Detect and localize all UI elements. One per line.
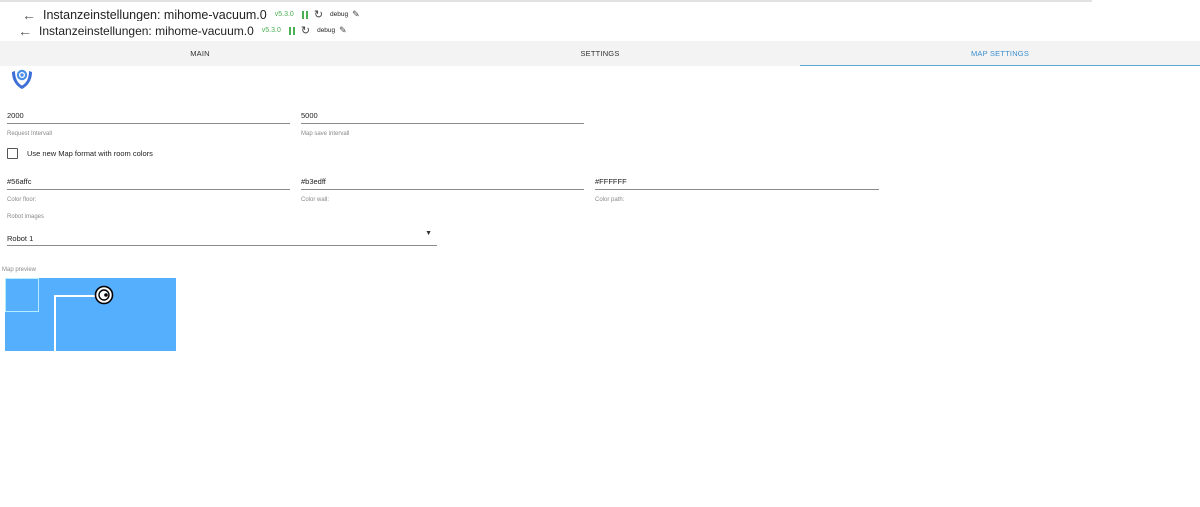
color-path-field[interactable]: #FFFFFF Color path: bbox=[595, 175, 879, 203]
robot-icon bbox=[94, 285, 114, 305]
map-save-interval-field[interactable]: 5000 Map save intervall bbox=[301, 109, 584, 137]
pause-icon[interactable] bbox=[301, 10, 308, 19]
color-floor-label: Color floor: bbox=[7, 197, 37, 203]
map-preview-label: Map preview bbox=[2, 267, 37, 273]
reload-icon[interactable]: ↻ bbox=[301, 24, 310, 37]
robot-images-label: Robot images bbox=[7, 214, 45, 220]
page-title: Instanzeinstellungen: mihome-vacuum.0 bbox=[39, 23, 254, 38]
field-underline bbox=[7, 123, 290, 124]
version-badge: v5.3.0 bbox=[261, 27, 281, 34]
field-underline bbox=[7, 189, 290, 190]
tab-main[interactable]: MAIN bbox=[0, 41, 400, 66]
pause-icon[interactable] bbox=[288, 26, 295, 35]
top-shadow bbox=[0, 0, 1092, 2]
new-map-format-checkbox[interactable] bbox=[7, 148, 18, 159]
request-interval-label: Request Intervall bbox=[7, 131, 53, 137]
map-preview bbox=[5, 278, 176, 351]
vacuum-logo-icon bbox=[12, 69, 32, 89]
map-save-interval-input[interactable]: 5000 bbox=[301, 109, 584, 123]
log-level: debug bbox=[330, 11, 349, 18]
robot-images-value: Robot 1 bbox=[7, 234, 34, 243]
log-level: debug bbox=[317, 27, 336, 34]
color-floor-input[interactable]: #56affc bbox=[7, 175, 290, 189]
arrow-left-icon[interactable]: ← bbox=[17, 23, 33, 39]
tab-settings[interactable]: SETTINGS bbox=[400, 41, 800, 66]
pencil-icon[interactable]: ✎ bbox=[352, 9, 360, 20]
version-badge: v5.3.0 bbox=[274, 11, 294, 18]
color-path-input[interactable]: #FFFFFF bbox=[595, 175, 879, 189]
color-wall-field[interactable]: #b3edff Color wall: bbox=[301, 175, 584, 203]
field-underline bbox=[301, 123, 584, 124]
page-title: Instanzeinstellungen: mihome-vacuum.0 bbox=[43, 7, 267, 22]
color-wall-label: Color wall: bbox=[301, 197, 330, 203]
map-save-interval-label: Map save intervall bbox=[301, 131, 350, 137]
instance-header: ← Instanzeinstellungen: mihome-vacuum.0 … bbox=[0, 21, 1200, 40]
caret-down-icon[interactable]: ▼ bbox=[425, 230, 432, 237]
field-underline bbox=[595, 189, 879, 190]
pencil-icon[interactable]: ✎ bbox=[339, 25, 347, 36]
tab-map-settings[interactable]: MAP SETTINGS bbox=[800, 41, 1200, 66]
map-floor bbox=[5, 278, 176, 351]
robot-images-select[interactable]: Robot 1 ▼ bbox=[7, 228, 437, 246]
reload-icon[interactable]: ↻ bbox=[314, 8, 323, 21]
new-map-format-option[interactable]: Use new Map format with room colors bbox=[7, 148, 153, 159]
color-path-label: Color path: bbox=[595, 197, 625, 203]
request-interval-field[interactable]: 2000 Request Intervall bbox=[7, 109, 290, 137]
color-wall-input[interactable]: #b3edff bbox=[301, 175, 584, 189]
color-floor-field[interactable]: #56affc Color floor: bbox=[7, 175, 290, 203]
request-interval-input[interactable]: 2000 bbox=[7, 109, 290, 123]
tab-bar: MAIN SETTINGS MAP SETTINGS bbox=[0, 41, 1200, 66]
new-map-format-label: Use new Map format with room colors bbox=[27, 149, 153, 158]
field-underline bbox=[301, 189, 584, 190]
